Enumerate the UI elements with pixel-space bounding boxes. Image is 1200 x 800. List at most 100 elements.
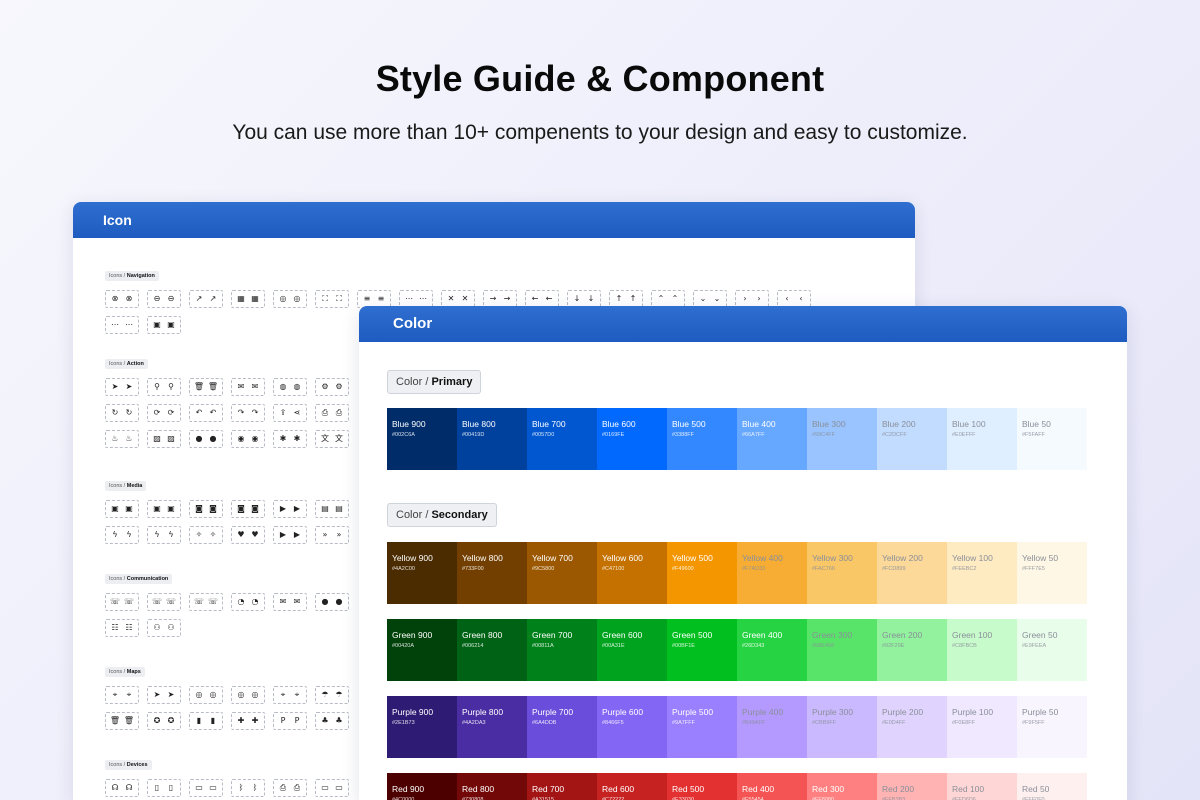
color-swatch: Green 400 #26D343 xyxy=(737,619,807,681)
icon-group: ⎙ ⎙ xyxy=(273,779,307,797)
image-frame-outline-icon: ▣ xyxy=(167,320,175,329)
color-swatch: Blue 400 #66A7FF xyxy=(737,408,807,470)
swatch-hex: #00BF1E xyxy=(672,643,695,649)
swatch-name: Green 700 xyxy=(532,630,573,640)
swatch-hex: #0057D0 xyxy=(532,432,555,438)
swatch-hex: #00420A xyxy=(392,643,415,649)
chevron-left-alt-icon: ‹ xyxy=(799,294,803,303)
icon-section-label-prefix: Icons / xyxy=(109,273,127,279)
arrow-up-icon: ↑ xyxy=(615,294,623,303)
color-group-label-secondary: Color / Secondary xyxy=(387,503,497,527)
hospital-icon: ✚ xyxy=(237,716,245,725)
chevron-right-icon: › xyxy=(743,294,747,303)
swatch-name: Yellow 500 xyxy=(672,553,713,563)
chevron-up-icon: ⌃ xyxy=(657,294,665,303)
color-group-label-name: Secondary xyxy=(431,509,488,521)
phone-outline-icon: ☏ xyxy=(123,597,134,606)
color-panel: Color Color / Primary Blue 900 #002C6A Blue… xyxy=(359,306,1127,800)
hero-title: Style Guide & Component xyxy=(375,58,825,99)
swatch-hex: #92F29E xyxy=(882,643,905,649)
color-swatch: Red 300 #FF8080 xyxy=(807,773,877,800)
mailbox-outline-icon: ✉ xyxy=(293,597,301,606)
compass-map-outline-icon: ◎ xyxy=(251,690,259,699)
menu-icon: ≡ xyxy=(363,294,371,303)
phone-icon: ☏ xyxy=(109,597,120,606)
swatch-row: Purple 900 #2E1B73 Purple 800 #4A2DA3 Purple… xyxy=(387,696,1087,758)
color-swatch: Yellow 200 #FCD899 xyxy=(877,542,947,604)
mobile-outline-icon: ▯ xyxy=(168,783,174,792)
icon-group: ✉ ✉ xyxy=(273,593,307,611)
arrow-right-icon: → xyxy=(489,294,497,303)
color-swatch: Yellow 400 #F7AD33 xyxy=(737,542,807,604)
camera-off-outline-icon: ◙ xyxy=(251,504,259,513)
icon-group: ▶ ▶ xyxy=(273,526,307,544)
gas-station-icon: ▮ xyxy=(196,716,202,725)
color-swatch: Red 100 #FFD6D6 xyxy=(947,773,1017,800)
swatch-name: Red 500 xyxy=(672,784,705,794)
arrow-left-icon: ← xyxy=(531,294,539,303)
color-swatch: Yellow 800 #733F00 xyxy=(457,542,527,604)
bluetooth-icon: ᛒ xyxy=(238,783,244,792)
color-group-label-name: Primary xyxy=(431,376,473,388)
icon-group: ◍ ◍ xyxy=(273,378,307,396)
headphones-icon: ☊ xyxy=(111,783,119,792)
icon-row: 🗑 🗑 ✪ ✪ ▮ ▮ ✚ ✚ P P ♣ ♣ xyxy=(105,712,349,730)
swatch-hex: #733F00 xyxy=(462,566,484,572)
icon-group: ◎ ◎ xyxy=(273,290,307,308)
swatch-hex: #E0D4FF xyxy=(882,720,906,726)
chevron-up-alt-icon: ⌃ xyxy=(671,294,679,303)
target-icon: ◎ xyxy=(195,690,203,699)
icon-group: ☏ ☏ xyxy=(189,593,223,611)
icon-group: ↻ ↻ xyxy=(105,404,139,422)
fast-forward-outline-icon: » xyxy=(336,530,342,539)
swatch-name: Green 900 xyxy=(392,630,433,640)
color-swatch: Yellow 500 #F49600 xyxy=(667,542,737,604)
chevron-down-icon: ⌄ xyxy=(699,294,707,303)
swatch-hex: #F9F5FF xyxy=(1022,720,1045,726)
fire-outline-icon: ♨ xyxy=(125,434,133,443)
swatch-name: Green 100 xyxy=(952,630,993,640)
swatch-row: Blue 900 #002C6A Blue 800 #00419D Blue 700 #0… xyxy=(387,408,1087,470)
settings-icon: ⚙ xyxy=(321,382,329,391)
swatch-name: Green 400 xyxy=(742,630,783,640)
redo-icon: ↷ xyxy=(237,408,245,417)
flash-outline-icon: ϟ xyxy=(126,530,132,539)
film-outline-icon: ▤ xyxy=(335,504,343,513)
mailbox-icon: ✉ xyxy=(279,597,287,606)
swatch-hex: #9C5800 xyxy=(532,566,555,572)
pin-off-icon: ⌖ xyxy=(280,690,286,699)
more-horizontal-icon: ⋯ xyxy=(405,294,413,303)
bluetooth-outline-icon: ᛒ xyxy=(252,783,258,792)
icon-row: ☷ ☷ ⚇ ⚇ xyxy=(105,619,349,637)
bug-outline-icon: ✱ xyxy=(293,434,301,443)
color-swatch: Purple 400 #B49AFF xyxy=(737,696,807,758)
icon-group: ▶ ▶ xyxy=(273,500,307,518)
icon-group: ▦ ▦ xyxy=(231,290,265,308)
icon-group: ⋯ ⋯ xyxy=(105,316,139,334)
heart-icon: ♥ xyxy=(237,530,245,539)
chevron-down-alt-icon: ⌄ xyxy=(713,294,721,303)
swatch-name: Red 400 xyxy=(742,784,775,794)
color-swatch: Purple 600 #8466F5 xyxy=(597,696,667,758)
icon-row: ➤ ➤ ⚲ ⚲ 🗑 🗑 ✉ ✉ ◍ ◍ ⚙ ⚙ xyxy=(105,378,349,396)
swatch-hex: #C47100 xyxy=(602,566,625,572)
trash-bin-icon: 🗑 xyxy=(109,716,121,725)
icon-group: ▣ ▣ xyxy=(147,500,181,518)
swatch-name: Green 50 xyxy=(1022,630,1058,640)
icon-group: PP xyxy=(273,712,307,730)
chevron-right-alt-icon: › xyxy=(757,294,761,303)
more-circle-icon: ⋯ xyxy=(111,320,119,329)
icon-group: ➤ ➤ xyxy=(105,378,139,396)
headphones-outline-icon: ☊ xyxy=(125,783,133,792)
color-swatch: Yellow 600 #C47100 xyxy=(597,542,667,604)
icon-group: ➤ ➤ xyxy=(147,686,181,704)
play-icon: ▶ xyxy=(279,530,287,539)
icon-group: ◔ ◔ xyxy=(231,593,265,611)
trash-icon: 🗑 xyxy=(193,382,205,391)
icon-group: ◎ ◎ xyxy=(189,686,223,704)
swatch-name: Blue 50 xyxy=(1022,419,1051,429)
compass-map-icon: ◎ xyxy=(237,690,245,699)
arrow-up-alt-icon: ↑ xyxy=(629,294,637,303)
color-swatch: Purple 100 #F0E8FF xyxy=(947,696,1017,758)
printer-device-outline-icon: ⎙ xyxy=(293,783,301,792)
